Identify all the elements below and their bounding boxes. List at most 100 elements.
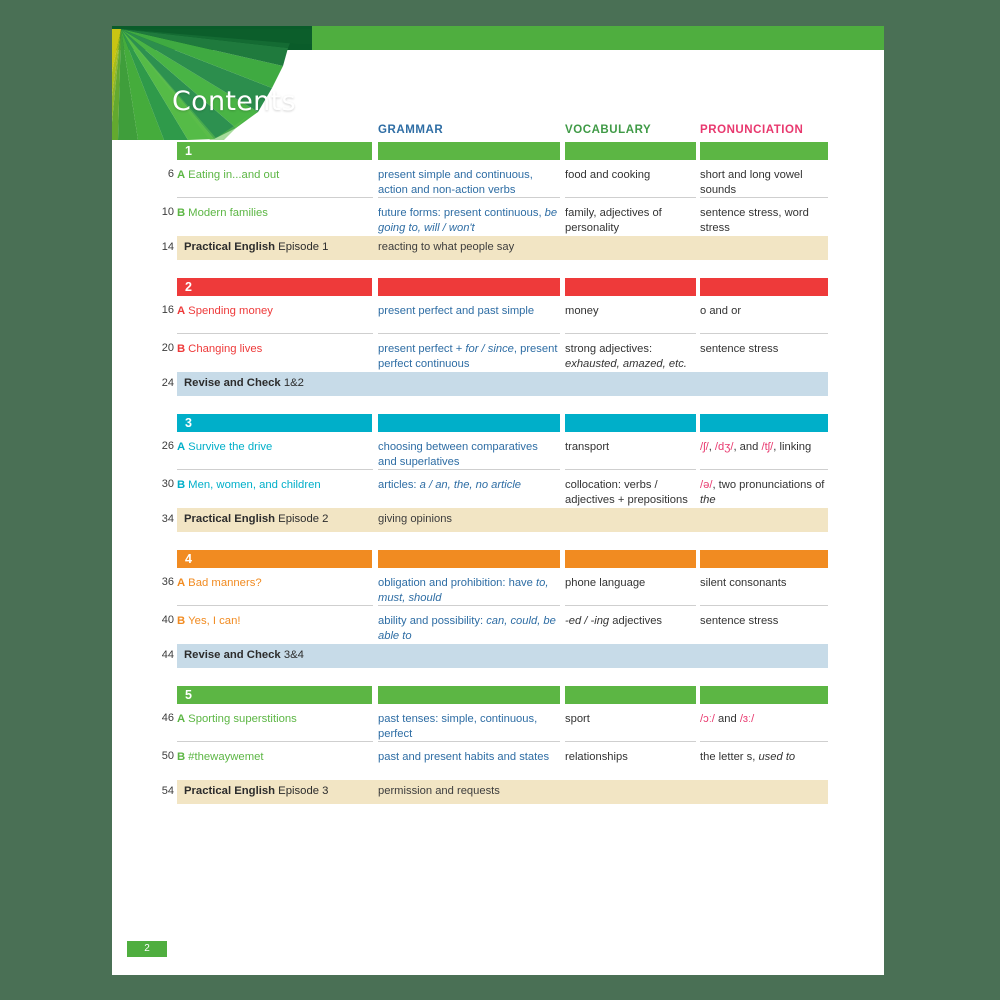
lesson-vocabulary: phone language — [565, 577, 646, 589]
practical-english-row[interactable]: 34 Practical English Episode 2 giving opin… — [112, 508, 884, 532]
practical-english-label: Practical English Episode 3 — [184, 785, 329, 797]
lesson-row[interactable]: 20 B Changing lives present perfect + for /… — [112, 334, 884, 372]
column-header-pronunciation: PRONUNCIATION — [700, 124, 804, 136]
lesson-row[interactable]: 10 B Modern families future forms: present … — [112, 198, 884, 236]
unit-band-title-segment — [177, 550, 372, 568]
page-number-badge: 2 — [127, 941, 167, 957]
unit-number-label: 2 — [185, 280, 192, 294]
practical-english-row[interactable]: 54 Practical English Episode 3 permission … — [112, 780, 884, 804]
lesson-vocabulary: relationships — [565, 751, 628, 763]
unit-band-pronunciation-segment — [700, 142, 828, 160]
unit-gap — [112, 260, 884, 278]
lesson-title[interactable]: B Changing lives — [177, 342, 373, 357]
lesson-page-number: 40 — [161, 614, 174, 626]
revise-and-check-row[interactable]: 44 Revise and Check 3&4 — [112, 644, 884, 668]
lesson-title[interactable]: B Men, women, and children — [177, 478, 373, 493]
unit-number-label: 5 — [185, 688, 192, 702]
lesson-vocabulary: transport — [565, 441, 610, 453]
lesson-grammar: ability and possibility: can, could, be … — [378, 615, 556, 642]
practical-english-description: permission and requests — [378, 785, 500, 797]
lesson-letter: A — [177, 305, 186, 317]
lesson-title[interactable]: A Bad manners? — [177, 576, 373, 591]
lesson-page-number: 10 — [161, 206, 174, 218]
lesson-letter: B — [177, 615, 186, 627]
lesson-letter: B — [177, 343, 186, 355]
unit-number-label: 1 — [185, 144, 192, 158]
lesson-grammar: present simple and continuous, action an… — [378, 169, 533, 196]
lesson-row[interactable]: 6 A Eating in...and out present simple and … — [112, 160, 884, 198]
lesson-vocabulary: collocation: verbs / adjectives + prepos… — [565, 479, 688, 506]
revise-and-check-label: Revise and Check 1&2 — [184, 377, 304, 389]
lesson-page-number: 6 — [167, 168, 174, 180]
lesson-row[interactable]: 50 B #thewaywemet past and present habits a… — [112, 742, 884, 780]
lesson-pronunciation: sentence stress — [700, 343, 779, 355]
lesson-pronunciation: /ə/, two pronunciations of the — [700, 479, 825, 506]
lesson-page-number: 50 — [161, 750, 174, 762]
unit-band-grammar-segment — [378, 278, 560, 296]
lesson-pronunciation: o and or — [700, 305, 742, 317]
lesson-title[interactable]: B #thewaywemet — [177, 750, 373, 765]
lesson-title[interactable]: A Spending money — [177, 304, 373, 319]
lesson-pronunciation: silent consonants — [700, 577, 787, 589]
unit-band-grammar-segment — [378, 550, 560, 568]
lesson-title-text: #thewaywemet — [188, 751, 264, 763]
lesson-letter: A — [177, 577, 186, 589]
lesson-grammar: past and present habits and states — [378, 751, 550, 763]
unit-band-1: 1 — [112, 142, 884, 160]
lesson-page-number: 36 — [161, 576, 174, 588]
unit-gap — [112, 668, 884, 686]
lesson-grammar: obligation and prohibition: have to, mus… — [378, 577, 549, 604]
lesson-row[interactable]: 30 B Men, women, and children articles: a /… — [112, 470, 884, 508]
lesson-title[interactable]: B Yes, I can! — [177, 614, 373, 629]
lesson-row[interactable]: 26 A Survive the drive choosing between com… — [112, 432, 884, 470]
lesson-title-text: Yes, I can! — [188, 615, 241, 627]
lesson-grammar: past tenses: simple, continuous, perfect — [378, 713, 538, 740]
lesson-row[interactable]: 36 A Bad manners? obligation and prohibitio… — [112, 568, 884, 606]
unit-section-4: 4 36 A Bad manners? obligation and prohibiti… — [112, 550, 884, 668]
lesson-title[interactable]: A Sporting superstitions — [177, 712, 373, 727]
lesson-page-number: 20 — [161, 342, 174, 354]
column-header-vocabulary: VOCABULARY — [565, 124, 652, 136]
lesson-row[interactable]: 16 A Spending money present perfect and pas… — [112, 296, 884, 334]
decorative-fan-graphic — [112, 26, 312, 140]
unit-band-vocabulary-segment — [565, 686, 696, 704]
unit-band-title-segment — [177, 142, 372, 160]
unit-band-title-segment — [177, 686, 372, 704]
lesson-vocabulary: money — [565, 305, 599, 317]
unit-number-label: 4 — [185, 552, 192, 566]
unit-band-pronunciation-segment — [700, 686, 828, 704]
unit-band-vocabulary-segment — [565, 142, 696, 160]
contents-page: Contents GRAMMAR VOCABULARY PRONUNCIATIO… — [112, 26, 884, 975]
unit-band-vocabulary-segment — [565, 414, 696, 432]
practical-english-label: Practical English Episode 1 — [184, 241, 329, 253]
lesson-page-number: 30 — [161, 478, 174, 490]
revise-and-check-page-number: 44 — [161, 649, 174, 661]
lesson-vocabulary: strong adjectives: exhausted, amazed, et… — [565, 343, 687, 370]
lesson-vocabulary: food and cooking — [565, 169, 651, 181]
revise-and-check-label: Revise and Check 3&4 — [184, 649, 304, 661]
unit-gap — [112, 532, 884, 550]
lesson-title-text: Bad manners? — [188, 577, 262, 589]
lesson-title[interactable]: A Survive the drive — [177, 440, 373, 455]
lesson-pronunciation: the letter s, used to — [700, 751, 796, 763]
practical-english-row[interactable]: 14 Practical English Episode 1 reacting to… — [112, 236, 884, 260]
lesson-letter: A — [177, 169, 186, 181]
revise-and-check-row[interactable]: 24 Revise and Check 1&2 — [112, 372, 884, 396]
practical-english-description: reacting to what people say — [378, 241, 515, 253]
lesson-title-text: Spending money — [188, 305, 273, 317]
lesson-grammar: choosing between comparatives and superl… — [378, 441, 538, 468]
lesson-title[interactable]: A Eating in...and out — [177, 168, 373, 183]
lesson-pronunciation: sentence stress, word stress — [700, 207, 809, 234]
practical-english-label: Practical English Episode 2 — [184, 513, 329, 525]
lesson-vocabulary: -ed / -ing adjectives — [565, 615, 663, 627]
lesson-row[interactable]: 40 B Yes, I can! ability and possibility: c… — [112, 606, 884, 644]
lesson-page-number: 16 — [161, 304, 174, 316]
unit-section-5: 5 46 A Sporting superstitions past tenses: s… — [112, 686, 884, 804]
lesson-row[interactable]: 46 A Sporting superstitions past tenses: si… — [112, 704, 884, 742]
lesson-title[interactable]: B Modern families — [177, 206, 373, 221]
practical-english-page-number: 54 — [161, 785, 174, 797]
unit-band-vocabulary-segment — [565, 278, 696, 296]
lesson-pronunciation: /ɔː/ and /ɜː/ — [700, 713, 755, 725]
lesson-pronunciation: /ʃ/, /dʒ/, and /tʃ/, linking — [700, 441, 812, 453]
lesson-title-text: Men, women, and children — [188, 479, 321, 491]
